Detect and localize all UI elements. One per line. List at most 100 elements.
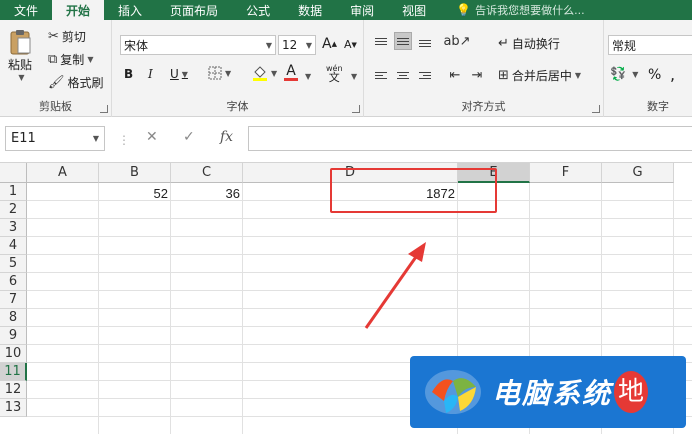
- number-format-select[interactable]: 常规: [608, 35, 692, 55]
- column-header-b[interactable]: B: [99, 163, 171, 183]
- row-header-2[interactable]: 2: [0, 201, 27, 219]
- cut-button[interactable]: ✂ 剪切: [48, 28, 86, 45]
- column-header-g[interactable]: G: [602, 163, 674, 183]
- italic-label: I: [148, 67, 153, 81]
- ribbon-tabs: 文件 开始 插入 页面布局 公式 数据 审阅 视图 💡 告诉我您想要做什么...: [0, 0, 692, 20]
- enter-icon[interactable]: ✓: [183, 129, 195, 145]
- format-painter-button[interactable]: 🖌 格式刷: [48, 74, 104, 91]
- cancel-icon[interactable]: ✕: [146, 129, 158, 145]
- shrink-font-button[interactable]: A ▼: [344, 38, 357, 51]
- row-gridline: [27, 290, 692, 291]
- row-header-7[interactable]: 7: [0, 291, 27, 309]
- formula-input[interactable]: [248, 126, 692, 151]
- row-header-11[interactable]: 11: [0, 363, 27, 381]
- name-box[interactable]: E11 ▼: [5, 126, 105, 151]
- tab-view[interactable]: 视图: [388, 0, 440, 20]
- align-left-button[interactable]: [372, 66, 390, 84]
- row-header-13[interactable]: 13: [0, 399, 27, 417]
- font-size-select[interactable]: 12 ▼: [278, 35, 316, 55]
- font-color-swatch: [284, 78, 298, 81]
- tab-formulas[interactable]: 公式: [232, 0, 284, 20]
- tab-home[interactable]: 开始: [52, 0, 105, 20]
- comma-label: ,: [670, 65, 676, 84]
- windows-logo-icon: [425, 370, 481, 414]
- insert-function-icon[interactable]: fx: [220, 129, 233, 145]
- font-color-button[interactable]: A: [284, 64, 298, 81]
- align-top-button[interactable]: [372, 32, 390, 50]
- align-middle-button[interactable]: [394, 32, 412, 50]
- row-header-5[interactable]: 5: [0, 255, 27, 273]
- shrink-font-label: A: [344, 38, 352, 51]
- format-painter-label: 格式刷: [67, 76, 104, 90]
- clipboard-group-label: 剪贴板: [39, 100, 72, 113]
- align-bottom-button[interactable]: [416, 34, 434, 52]
- alignment-group-label: 对齐方式: [461, 100, 506, 113]
- alignment-group: ab↗ ↵ 自动换行 ⇤ ⇥ ⊞ 合并后居中 ▼ 对齐方式: [364, 20, 604, 117]
- tab-file[interactable]: 文件: [0, 0, 52, 20]
- copy-button[interactable]: ⧉ 复制 ▼: [48, 51, 93, 68]
- watermark-end-char: 地: [614, 371, 649, 413]
- chevron-down-icon[interactable]: ▼: [351, 72, 357, 81]
- copy-label: 复制: [60, 53, 85, 67]
- select-all-corner[interactable]: [0, 163, 27, 183]
- font-name-select[interactable]: 宋体 ▼: [120, 35, 276, 55]
- chevron-down-icon: ▼: [92, 134, 99, 143]
- row-header-3[interactable]: 3: [0, 219, 27, 237]
- increase-indent-icon: ⇥: [471, 67, 483, 83]
- drag-handle-icon[interactable]: ⋮: [118, 133, 130, 147]
- grow-font-button[interactable]: A ▲: [322, 36, 337, 52]
- paste-button[interactable]: 粘贴 ▼: [8, 28, 32, 82]
- row-gridline: [27, 344, 692, 345]
- align-bottom-icon: [419, 39, 431, 47]
- orientation-button[interactable]: ab↗: [443, 32, 470, 50]
- tab-data[interactable]: 数据: [284, 0, 336, 20]
- wrap-text-label: 自动换行: [511, 37, 560, 51]
- dialog-launcher-icon[interactable]: [352, 105, 360, 113]
- chevron-down-icon[interactable]: ▼: [305, 72, 311, 81]
- tab-review[interactable]: 审阅: [336, 0, 388, 20]
- tab-page-layout[interactable]: 页面布局: [156, 0, 232, 20]
- row-header-8[interactable]: 8: [0, 309, 27, 327]
- row-gridline: [27, 236, 692, 237]
- underline-button[interactable]: U ▼: [170, 67, 188, 81]
- cell-c1[interactable]: 36: [171, 184, 243, 202]
- align-center-icon: [397, 71, 409, 79]
- dialog-launcher-icon[interactable]: [592, 105, 600, 113]
- clipboard-group: 粘贴 ▼ ✂ 剪切 ⧉ 复制 ▼ 🖌 格式刷 剪贴板: [0, 20, 112, 117]
- bold-button[interactable]: B: [124, 67, 133, 81]
- chevron-down-icon: ▼: [87, 55, 94, 64]
- comma-button[interactable]: ,: [670, 65, 675, 84]
- tell-me-text: 告诉我您想要做什么...: [475, 4, 585, 17]
- borders-button[interactable]: ▼: [208, 66, 231, 80]
- merge-center-button[interactable]: ⊞ 合并后居中 ▼: [498, 67, 581, 84]
- grow-font-label: A: [322, 36, 332, 52]
- percent-button[interactable]: %: [648, 67, 661, 83]
- phonetic-button[interactable]: wén 文: [326, 64, 343, 83]
- increase-indent-button[interactable]: ⇥: [468, 66, 486, 84]
- align-center-button[interactable]: [394, 66, 412, 84]
- scissors-icon: ✂: [48, 29, 59, 44]
- row-header-12[interactable]: 12: [0, 381, 27, 399]
- wrap-text-button[interactable]: ↵ 自动换行: [498, 35, 560, 52]
- formula-bar: E11 ▼ ⋮ ✕ ✓ fx: [0, 117, 692, 163]
- row-header-6[interactable]: 6: [0, 273, 27, 291]
- row-header-1[interactable]: 1: [0, 183, 27, 201]
- decrease-indent-button[interactable]: ⇤: [446, 66, 464, 84]
- row-header-4[interactable]: 4: [0, 237, 27, 255]
- align-right-button[interactable]: [416, 66, 434, 84]
- tab-insert[interactable]: 插入: [104, 0, 156, 20]
- italic-button[interactable]: I: [148, 67, 153, 81]
- chevron-down-icon: ▼: [265, 40, 272, 50]
- paste-label: 粘贴: [8, 58, 33, 72]
- column-header-a[interactable]: A: [27, 163, 99, 183]
- font-group-label: 字体: [226, 100, 249, 113]
- row-header-9[interactable]: 9: [0, 327, 27, 345]
- column-header-f[interactable]: F: [530, 163, 602, 183]
- column-header-c[interactable]: C: [171, 163, 243, 183]
- fill-color-button[interactable]: ▼: [252, 65, 277, 81]
- row-header-10[interactable]: 10: [0, 345, 27, 363]
- cell-b1[interactable]: 52: [99, 184, 171, 202]
- tell-me-box[interactable]: 💡 告诉我您想要做什么...: [440, 0, 584, 20]
- accounting-button[interactable]: 💱 ▼: [610, 67, 638, 82]
- dialog-launcher-icon[interactable]: [100, 105, 108, 113]
